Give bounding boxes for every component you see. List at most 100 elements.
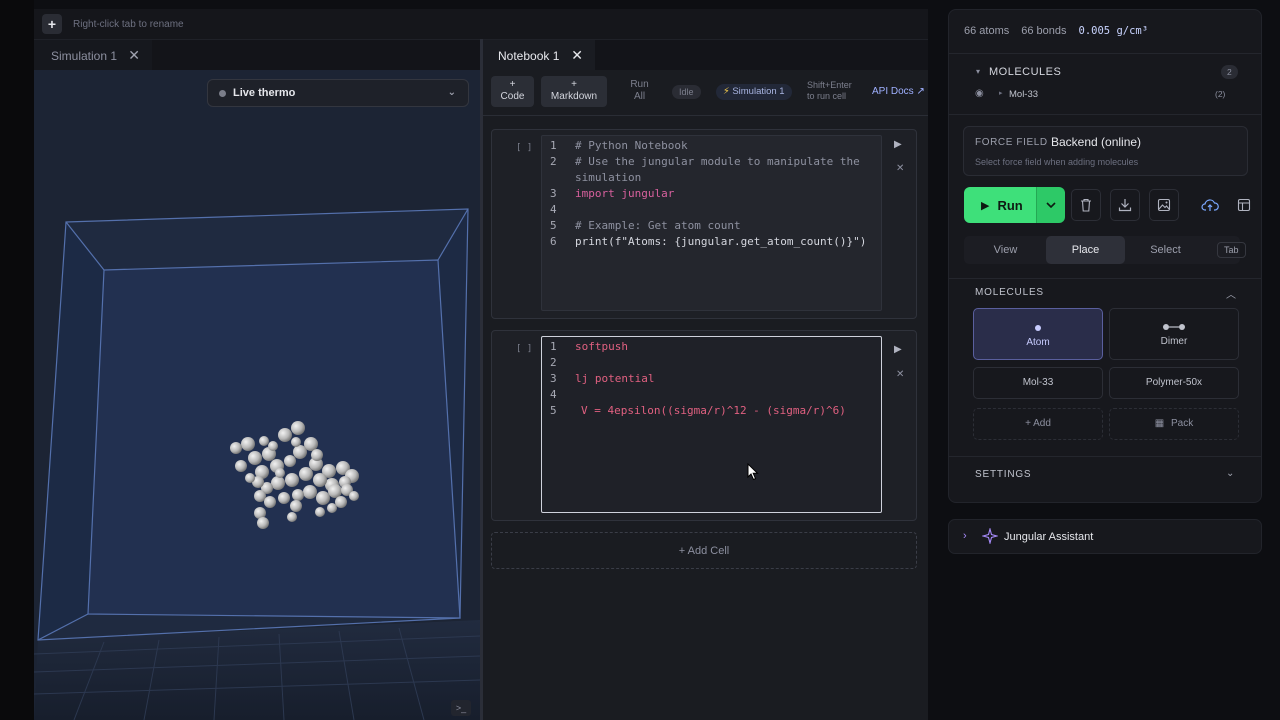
close-icon[interactable]: ✕ (571, 47, 583, 64)
line-number: 3 (550, 187, 557, 200)
molecules-count-badge: 2 (1221, 65, 1238, 79)
notebook-cell[interactable]: [ ] 1 # Python Notebook 2 # Use the jungul… (491, 129, 917, 319)
atom-count: 66 atoms (964, 25, 1010, 37)
mode-place[interactable]: Place (1046, 236, 1125, 264)
tab-label: Notebook 1 (498, 48, 560, 63)
notebook-pane: + Code + Markdown Run All Idle ⚡ Simulat… (483, 70, 928, 720)
chevron-down-icon (1046, 202, 1056, 208)
delete-cell-icon[interactable]: ✕ (896, 163, 904, 174)
atom-icon (1035, 325, 1041, 331)
mode-view[interactable]: View (966, 236, 1045, 264)
run-cell-icon[interactable]: ▶ (894, 344, 902, 355)
add-markdown-label: + Markdown (550, 79, 598, 102)
sparkle-icon (982, 528, 998, 544)
divider (949, 114, 1261, 115)
simulation-box-render (34, 70, 480, 720)
line-number: 1 (550, 340, 557, 353)
settings-section-title[interactable]: SETTINGS (975, 469, 1031, 480)
run-cell-icon[interactable]: ▶ (894, 139, 902, 150)
run-button[interactable]: ▶ Run (964, 187, 1036, 223)
force-field-label: FORCE FIELD (975, 137, 1048, 148)
code-editor[interactable]: 1 softpush 2 3 lj potential 4 5 V = 4epsilo… (541, 336, 882, 513)
top-bar: + Right-click tab to rename (34, 9, 928, 39)
delete-cell-icon[interactable]: ✕ (896, 369, 904, 380)
molecule-name: Mol-33 (1009, 89, 1039, 100)
play-icon: ▶ (981, 199, 990, 212)
tab-simulation-1[interactable]: Simulation 1 ✕ (34, 40, 152, 71)
code-text: # Use the jungular module to manipulate … (575, 155, 860, 168)
molecule-card-polymer[interactable]: Polymer-50x (1109, 367, 1239, 399)
simulation-link-chip[interactable]: ⚡ Simulation 1 (716, 84, 792, 100)
molecule-card-mol-33[interactable]: Mol-33 (973, 367, 1103, 399)
screenshot-button[interactable] (1149, 189, 1179, 221)
line-number: 5 (550, 404, 557, 417)
api-docs-link[interactable]: API Docs ↗ (872, 86, 925, 97)
code-text: simulation (575, 171, 642, 184)
tab-label: Simulation 1 (51, 48, 118, 63)
eye-icon[interactable]: ◉ (975, 88, 984, 99)
mode-select[interactable]: Select (1126, 236, 1205, 264)
add-molecule-button[interactable]: + Add (973, 408, 1103, 440)
molecule-card-label: Dimer (1160, 336, 1188, 347)
molecule-card-label: Atom (1026, 337, 1050, 348)
pack-label: Pack (1171, 418, 1194, 429)
run-options-button[interactable] (1036, 187, 1065, 223)
chevron-down-icon[interactable]: ⌄ (1226, 468, 1234, 479)
terminal-icon: >_ (455, 703, 467, 713)
clear-button[interactable] (1071, 189, 1101, 221)
divider (949, 53, 1261, 54)
line-number: 6 (550, 235, 557, 248)
add-code-label: + Code (500, 79, 525, 102)
add-code-button[interactable]: + Code (491, 76, 534, 107)
layout-button[interactable] (1229, 189, 1259, 221)
download-icon (1118, 199, 1132, 212)
force-field-value: Backend (online) (1051, 135, 1142, 149)
molecules-list-header[interactable]: MOLECULES (989, 66, 1061, 78)
notebook-cell[interactable]: [ ] 1 softpush 2 3 lj potential 4 5 V = 4ep… (491, 330, 917, 521)
expand-caret-icon[interactable]: ▸ (999, 89, 1003, 97)
cloud-upload-icon (1201, 199, 1219, 211)
collapse-caret-icon[interactable]: ▾ (976, 67, 980, 76)
chevron-down-icon: ⌄ (447, 87, 456, 98)
control-panel: 66 atoms 66 bonds 0.005 g/cm³ ▾ MOLECULE… (948, 9, 1262, 503)
download-button[interactable] (1110, 189, 1140, 221)
pack-button[interactable]: ▦ Pack (1109, 408, 1239, 440)
chevron-right-icon: › (963, 530, 967, 542)
system-stats: 66 atoms 66 bonds 0.005 g/cm³ (964, 25, 1148, 37)
line-number: 5 (550, 219, 557, 232)
run-label: Run (997, 197, 1023, 213)
simulation-viewport[interactable]: Live thermo ⌄ >_ (34, 70, 480, 720)
add-markdown-button[interactable]: + Markdown (541, 76, 607, 107)
molecule-card-label: Polymer-50x (1145, 377, 1203, 388)
thermo-label: Live thermo (233, 87, 296, 99)
chevron-up-icon[interactable]: ︿ (1226, 286, 1236, 301)
force-field-selector[interactable]: FORCE FIELD Backend (online) Select forc… (963, 126, 1248, 176)
terminal-button[interactable]: >_ (451, 700, 471, 716)
code-text: softpush (575, 340, 628, 353)
bond-count: 66 bonds (1021, 25, 1067, 37)
code-text: V = 4epsilon((sigma/r)^12 - (sigma/r)^6) (581, 404, 846, 417)
molecule-card-dimer[interactable]: Dimer (1109, 308, 1239, 360)
live-thermo-dropdown[interactable]: Live thermo ⌄ (207, 79, 469, 107)
molecule-card-atom[interactable]: Atom (973, 308, 1103, 360)
line-number: 4 (550, 388, 557, 401)
run-all-label: Run All (630, 79, 649, 102)
grid-icon: ▦ (1154, 418, 1165, 429)
shortcut-hint-line1: Shift+Enter (807, 80, 852, 90)
molecule-list-item[interactable]: ◉ ▸ Mol-33 (2) (975, 88, 1237, 103)
assistant-label: Jungular Assistant (1004, 531, 1094, 543)
interaction-mode-switch: View Place Select (964, 236, 1240, 264)
assistant-panel[interactable]: › Jungular Assistant (948, 519, 1262, 554)
add-cell-button[interactable]: + Add Cell (491, 532, 917, 569)
tab-notebook-1[interactable]: Notebook 1 ✕ (483, 40, 595, 71)
new-tab-button[interactable]: + (42, 14, 62, 34)
line-number: 3 (550, 372, 557, 385)
run-all-button[interactable]: Run All (617, 76, 662, 107)
molecules-section-title[interactable]: MOLECULES (975, 287, 1044, 298)
shortcut-hint-line2: to run cell (807, 91, 847, 101)
cloud-upload-button[interactable] (1195, 189, 1225, 221)
close-icon[interactable]: ✕ (128, 47, 140, 64)
window-edge (0, 0, 34, 720)
code-editor[interactable]: 1 # Python Notebook 2 # Use the jungular m… (541, 135, 882, 311)
simulation-chip-label: Simulation 1 (732, 86, 785, 97)
